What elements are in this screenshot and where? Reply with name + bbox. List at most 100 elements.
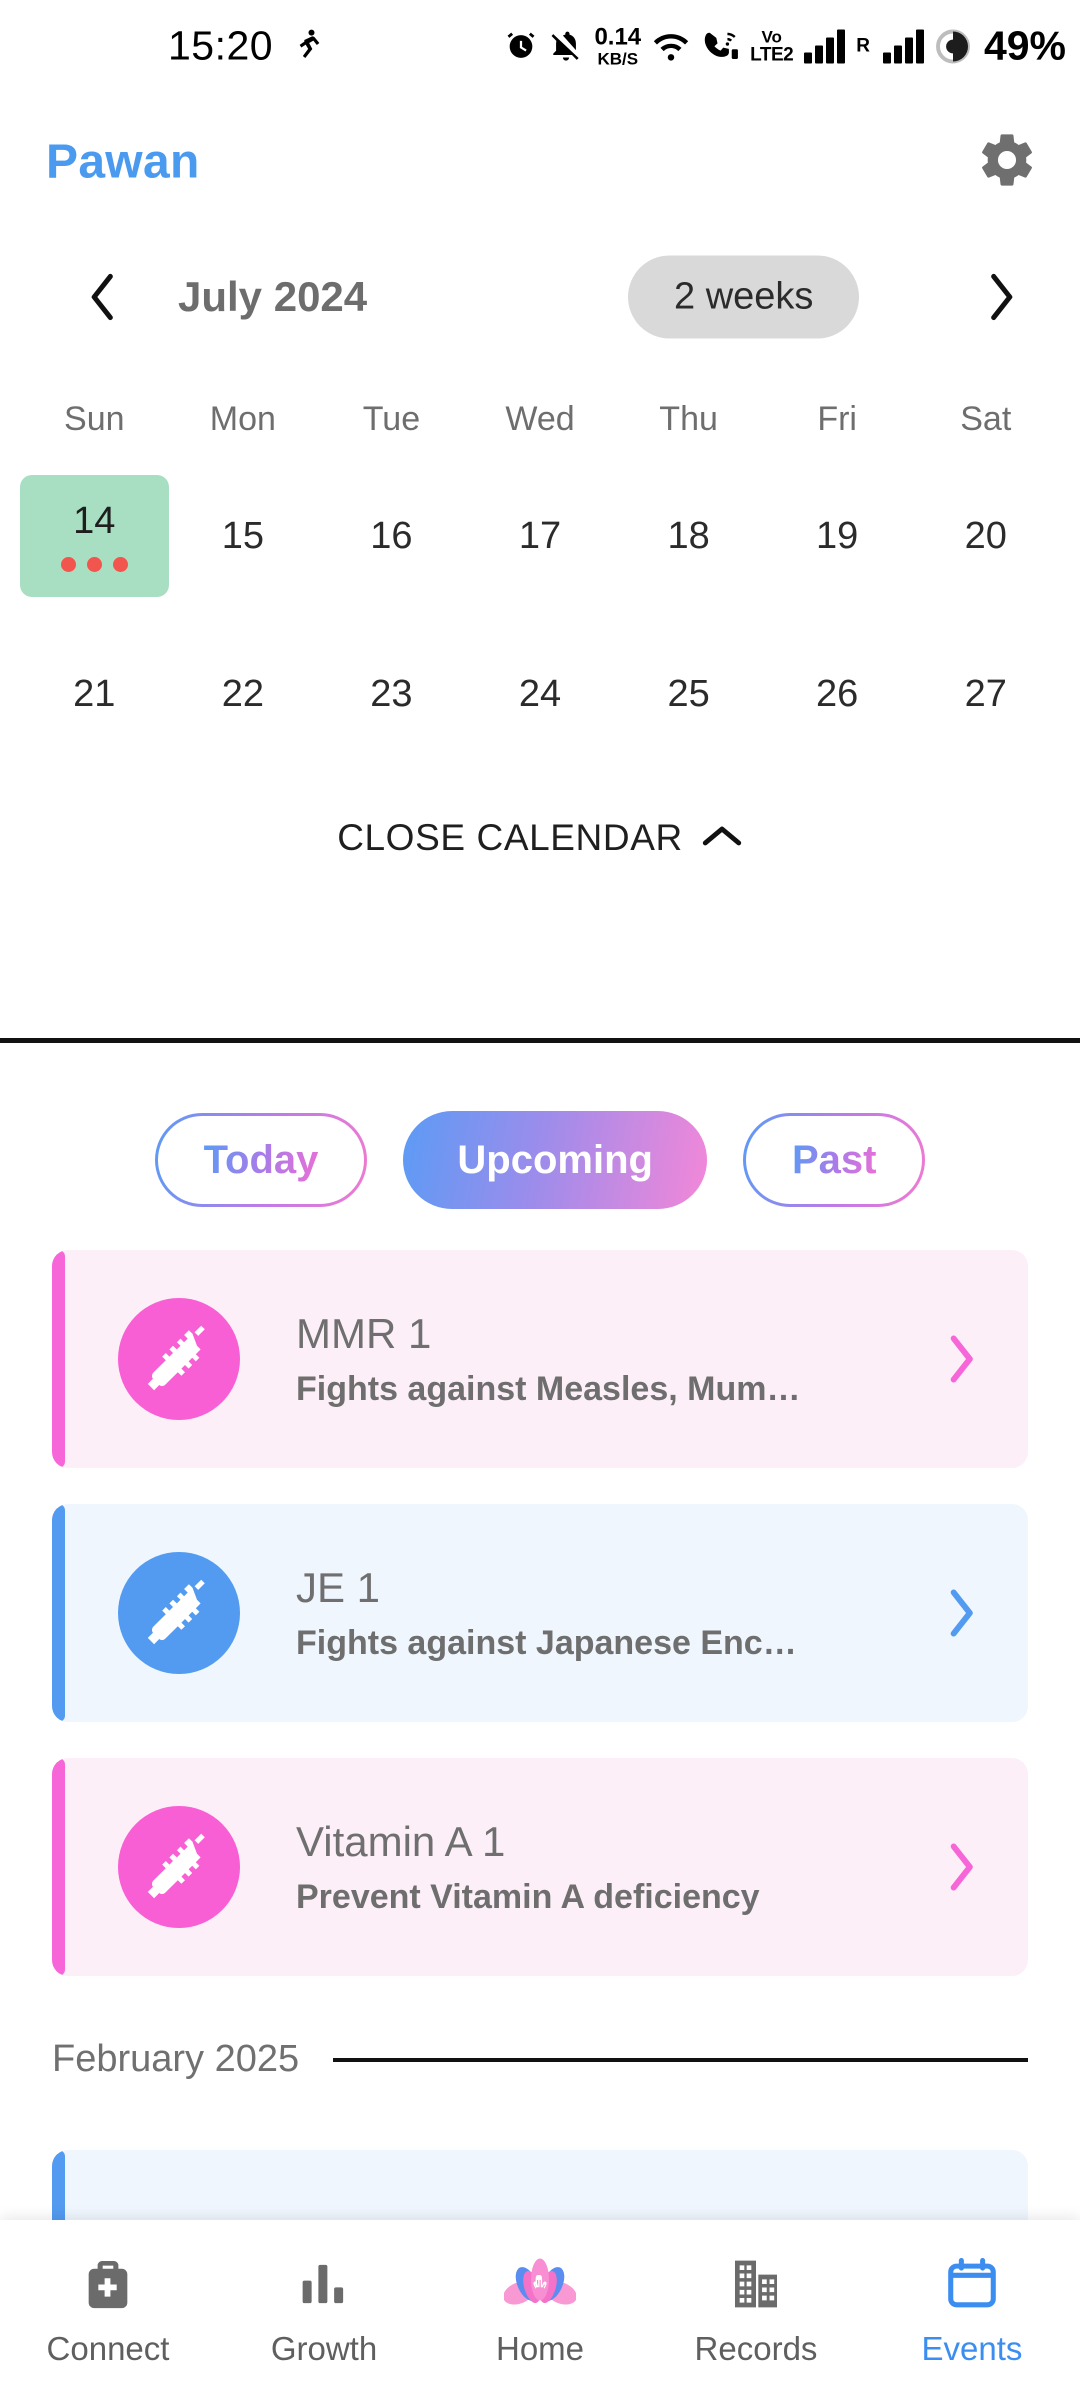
filter-today-label: Today	[203, 1137, 319, 1182]
network-speed-unit: KB/S	[597, 49, 639, 68]
calendar-day-names: Sun Mon Tue Wed Thu Fri Sat	[0, 400, 1080, 439]
syringe-icon	[118, 1298, 240, 1420]
calendar-week-row: 21 22 23 24 25 26 27	[0, 633, 1080, 755]
calendar-event-dots	[60, 557, 128, 572]
page-title: Pawan	[46, 135, 200, 189]
calendar-day-cell[interactable]: 27	[911, 633, 1060, 755]
event-list: MMR 1 Fights against Measles, Mum… JE 1 …	[0, 1250, 1080, 2012]
calendar-day-cell[interactable]: 17	[466, 475, 615, 597]
card-text: MMR 1 Fights against Measles, Mum…	[296, 1310, 946, 1409]
calendar-day-cell[interactable]: 23	[317, 633, 466, 755]
nav-item-home[interactable]: Home	[432, 2220, 648, 2400]
nav-label-events: Events	[921, 2330, 1023, 2367]
lotus-logo-icon	[504, 2252, 576, 2316]
calendar-header: July 2024 2 weeks	[0, 232, 1080, 362]
chevron-right-icon[interactable]	[946, 1334, 976, 1384]
calendar-day-number: 15	[221, 514, 264, 557]
calendar-day-cell[interactable]: 26	[763, 633, 912, 755]
status-bar: 15:20 0.14 KB/S Vo LTE2 R 49%	[0, 0, 1080, 92]
calendar-day-number: 22	[221, 672, 264, 715]
calendar-day-cell[interactable]: 19	[763, 475, 912, 597]
section-divider	[0, 1038, 1080, 1043]
calendar-day-number: 16	[370, 514, 413, 557]
wifi-icon	[652, 29, 690, 63]
day-name: Fri	[817, 400, 857, 438]
bottom-navigation: Connect Growth Home Records Events	[0, 2220, 1080, 2400]
day-name: Sat	[960, 400, 1012, 438]
filter-upcoming-label: Upcoming	[457, 1137, 653, 1182]
calendar-range-selector[interactable]: 2 weeks	[628, 255, 860, 339]
nav-label-growth: Growth	[270, 2330, 378, 2367]
nav-item-events[interactable]: Events	[864, 2220, 1080, 2400]
event-subtitle: Prevent Vitamin A deficiency	[296, 1877, 760, 1916]
calendar-day-cell[interactable]: 16	[317, 475, 466, 597]
signal-bars-sim2-icon	[882, 29, 924, 63]
nav-item-growth[interactable]: Growth	[216, 2220, 432, 2400]
event-title: JE 1	[296, 1563, 381, 1611]
calendar-day-cell[interactable]: 22	[169, 633, 318, 755]
battery-saver-icon	[935, 28, 971, 64]
card-accent-bar	[52, 1504, 65, 1722]
calendar-prev-button[interactable]	[72, 266, 134, 328]
alarm-icon	[504, 29, 538, 63]
calendar-day-cell[interactable]: 21	[20, 633, 169, 755]
calendar-day-number: 14	[73, 500, 116, 542]
calendar-day-number: 26	[816, 672, 859, 715]
event-card-mmr-1[interactable]: MMR 1 Fights against Measles, Mum…	[52, 1250, 1028, 1468]
filter-past-label: Past	[791, 1137, 877, 1182]
calendar-day-cell-selected[interactable]: 14	[20, 475, 169, 597]
filter-past-button[interactable]: Past	[743, 1113, 926, 1207]
calendar-day-cell[interactable]: 15	[169, 475, 318, 597]
nav-item-records[interactable]: Records	[648, 2220, 864, 2400]
event-card-je-1[interactable]: JE 1 Fights against Japanese Enc…	[52, 1504, 1028, 1722]
app-bar: Pawan	[0, 92, 1080, 232]
calendar-next-button[interactable]	[970, 266, 1032, 328]
card-text: JE 1 Fights against Japanese Enc…	[296, 1564, 946, 1663]
filter-today-button[interactable]: Today	[155, 1113, 368, 1207]
network-speed-value: 0.14	[594, 23, 642, 50]
calendar-day-cell[interactable]: 24	[466, 633, 615, 755]
battery-percentage: 49%	[983, 22, 1066, 69]
nav-label-records: Records	[694, 2330, 818, 2367]
call-over-wifi-icon	[701, 29, 739, 63]
month-separator-line	[333, 2057, 1028, 2062]
status-bar-right: 0.14 KB/S Vo LTE2 R 49%	[504, 23, 1066, 70]
syringe-icon	[118, 1806, 240, 1928]
bar-chart-icon	[297, 2252, 351, 2316]
settings-button[interactable]	[972, 127, 1042, 197]
volte-bottom-label: LTE2	[750, 44, 794, 65]
calendar-day-cell[interactable]: 20	[911, 475, 1060, 597]
volte-top-label: Vo	[761, 27, 782, 46]
calendar-day-cell[interactable]: 18	[614, 475, 763, 597]
syringe-icon	[118, 1552, 240, 1674]
volte-icon: Vo LTE2	[750, 27, 794, 65]
calendar-day-number: 19	[816, 514, 859, 557]
close-calendar-button[interactable]: CLOSE CALENDAR	[0, 793, 1080, 883]
event-subtitle: Fights against Japanese Enc…	[296, 1623, 797, 1662]
signal-bars-sim1-icon	[804, 29, 846, 63]
month-separator: February 2025	[0, 2038, 1080, 2081]
nav-item-connect[interactable]: Connect	[0, 2220, 216, 2400]
calendar-day-cell[interactable]: 25	[614, 633, 763, 755]
filter-upcoming-button[interactable]: Upcoming	[403, 1111, 707, 1209]
notifications-muted-icon	[549, 29, 583, 63]
roaming-label: R	[856, 35, 870, 56]
card-accent-bar	[52, 1250, 65, 1468]
card-text: Vitamin A 1 Prevent Vitamin A deficiency	[296, 1818, 946, 1917]
calendar-day-number: 17	[518, 514, 562, 557]
month-separator-label: February 2025	[52, 2038, 300, 2080]
calendar-panel: July 2024 2 weeks Sun Mon Tue Wed Thu Fr…	[0, 232, 1080, 883]
nav-label-connect: Connect	[46, 2330, 170, 2367]
chevron-right-icon[interactable]	[946, 1588, 976, 1638]
event-card-vitamin-a-1[interactable]: Vitamin A 1 Prevent Vitamin A deficiency	[52, 1758, 1028, 1976]
calendar-day-number: 21	[73, 672, 116, 715]
event-subtitle: Fights against Measles, Mum…	[296, 1369, 801, 1408]
status-clock: 15:20	[168, 22, 274, 69]
event-filter-tabs: Today Upcoming Past	[0, 1085, 1080, 1235]
day-name: Wed	[505, 400, 575, 438]
calendar-day-number: 20	[964, 514, 1007, 557]
network-speed-indicator: 0.14 KB/S	[594, 23, 642, 68]
event-title: MMR 1	[296, 1309, 432, 1357]
nav-label-home: Home	[495, 2330, 585, 2367]
chevron-right-icon[interactable]	[946, 1842, 976, 1892]
